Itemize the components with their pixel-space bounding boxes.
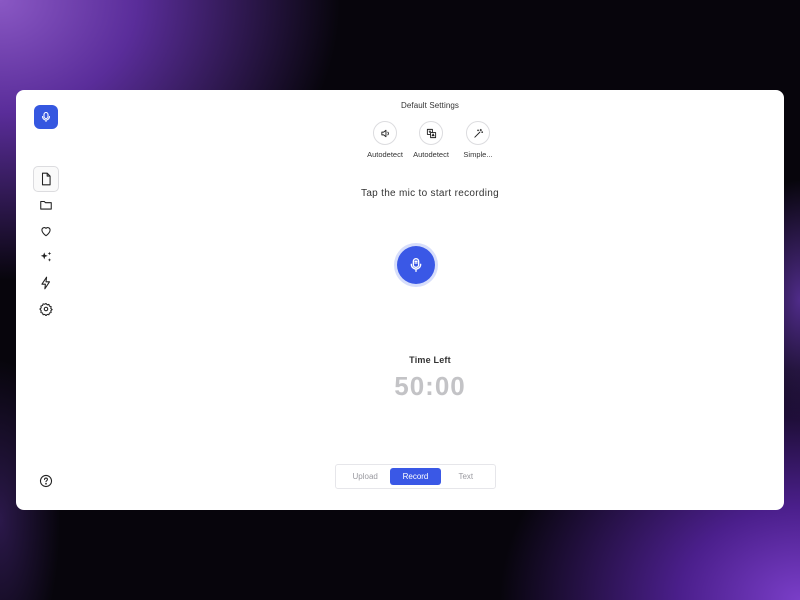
option-style[interactable]: Simple... (443, 121, 513, 159)
settings-title: Default Settings (400, 101, 460, 110)
gear-icon (39, 302, 53, 316)
mic-logo-icon (41, 111, 51, 123)
sidebar-item-documents[interactable] (33, 166, 59, 192)
mode-text-label: Text (458, 472, 474, 481)
magic-wand-icon (473, 128, 483, 138)
option-language-button[interactable] (373, 121, 397, 145)
lightning-icon (41, 276, 51, 290)
sidebar-item-favorites[interactable] (33, 218, 59, 244)
sparkle-icon (40, 251, 52, 262)
sidebar-item-folders[interactable] (33, 192, 59, 218)
document-icon (41, 172, 51, 186)
record-prompt: Tap the mic to start recording (361, 188, 499, 199)
microphone-icon (410, 258, 422, 272)
time-left-value: 50:00 (394, 371, 466, 401)
sidebar-item-ai[interactable] (33, 244, 59, 270)
mode-text-tab[interactable]: Text (441, 468, 491, 485)
option-translate-button[interactable] (419, 121, 443, 145)
help-button[interactable] (33, 468, 59, 494)
time-left-label: Time Left (409, 355, 451, 365)
mode-switcher: Upload Record Text (335, 464, 496, 489)
option-style-button[interactable] (466, 121, 490, 145)
sidebar (16, 90, 76, 510)
speaker-icon (380, 129, 389, 137)
sidebar-item-quick[interactable] (33, 270, 59, 296)
heart-icon (41, 227, 51, 237)
record-mic-button[interactable] (394, 243, 438, 287)
folder-icon (40, 200, 52, 210)
app-window: Default Settings Autodetect Autodetect S… (16, 90, 784, 510)
mic-button-inner[interactable] (397, 246, 435, 284)
app-logo[interactable] (34, 105, 58, 129)
mode-record-tab[interactable]: Record (390, 468, 441, 485)
mode-upload-label: Upload (352, 472, 378, 481)
help-icon (39, 474, 53, 488)
main-panel: Default Settings Autodetect Autodetect S… (76, 90, 784, 510)
sidebar-item-settings[interactable] (33, 296, 59, 322)
translate-icon (426, 128, 436, 138)
option-style-label: Simple... (463, 150, 493, 159)
mode-record-label: Record (402, 472, 429, 481)
mode-upload-tab[interactable]: Upload (340, 468, 390, 485)
